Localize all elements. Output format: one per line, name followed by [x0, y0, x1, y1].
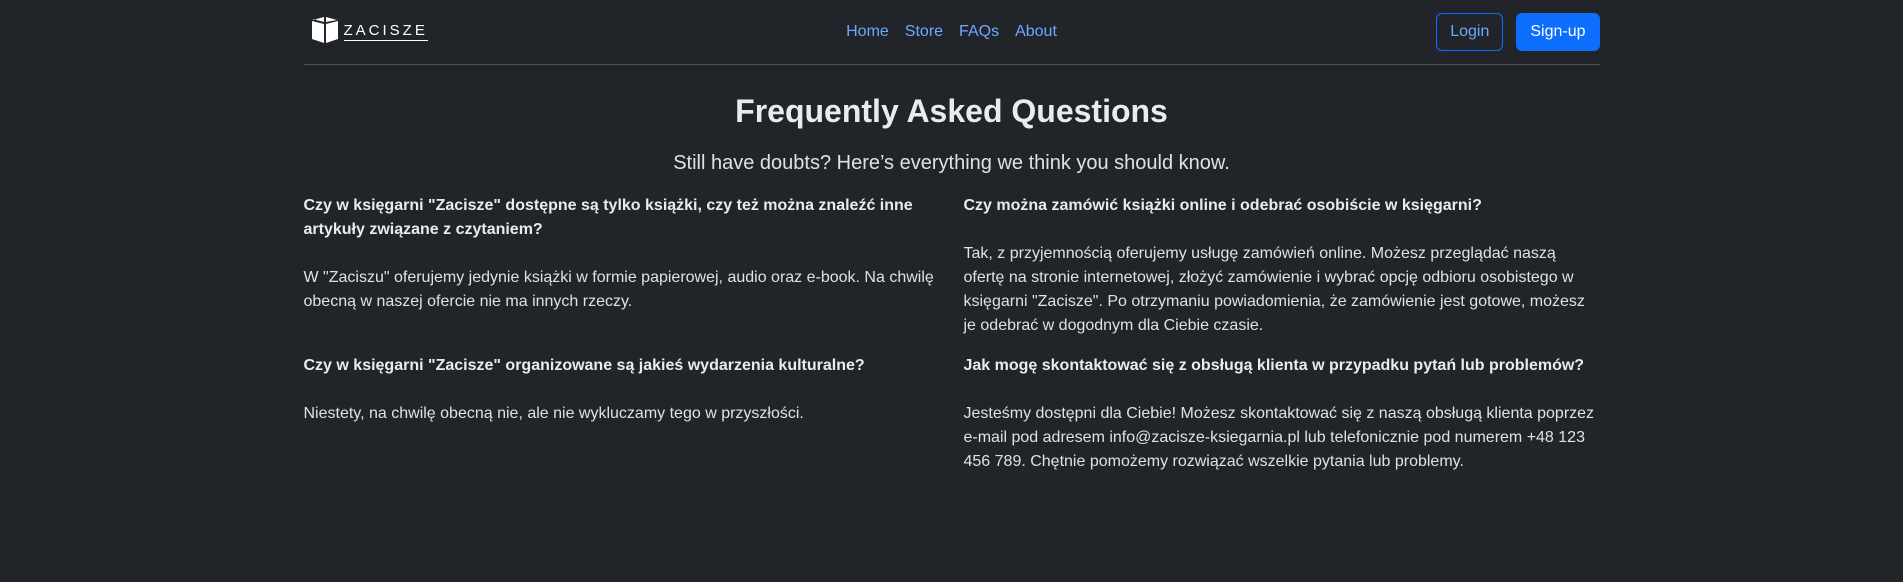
main-nav: Home Store FAQs About — [846, 23, 1057, 41]
nav-link-store[interactable]: Store — [905, 23, 943, 41]
faq-question: Czy można zamówić książki online i odebr… — [963, 197, 1482, 214]
faq-question: Jak mogę skontaktować się z obsługą klie… — [963, 357, 1585, 374]
brand-logo-link[interactable]: ZACISZE — [304, 16, 428, 49]
nav-link-about[interactable]: About — [1015, 23, 1057, 41]
faq-main: Frequently Asked Questions Still have do… — [304, 92, 1600, 514]
faq-answer: W "Zaciszu" oferujemy jedynie książki w … — [303, 269, 934, 310]
brand-name: ZACISZE — [343, 22, 428, 41]
faq-item: Czy w księgarni "Zacisze" organizowane s… — [304, 354, 940, 514]
faq-item: Czy można zamówić książki online i odebr… — [964, 194, 1600, 354]
faq-answer: Niestety, na chwilę obecną nie, ale nie … — [303, 405, 804, 422]
faq-answer: Jesteśmy dostępni dla Ciebie! Możesz sko… — [963, 405, 1595, 470]
top-navbar: ZACISZE Home Store FAQs About Login Sign… — [303, 0, 1600, 65]
nav-link-home[interactable]: Home — [846, 23, 889, 41]
faq-item: Czy w księgarni "Zacisze" dostępne są ty… — [304, 194, 940, 354]
page-title: Frequently Asked Questions — [735, 93, 1168, 129]
page-container: ZACISZE Home Store FAQs About Login Sign… — [303, 0, 1600, 514]
page-lead: Still have doubts? Here’s everything we … — [673, 152, 1230, 174]
faq-grid: Czy w księgarni "Zacisze" dostępne są ty… — [304, 194, 1600, 514]
faq-answer: Tak, z przyjemnością oferujemy usługę za… — [963, 245, 1585, 334]
open-book-icon — [310, 16, 340, 49]
login-button[interactable]: Login — [1436, 13, 1504, 51]
signup-button[interactable]: Sign-up — [1516, 13, 1600, 51]
nav-link-faqs[interactable]: FAQs — [959, 23, 999, 41]
faq-item: Jak mogę skontaktować się z obsługą klie… — [964, 354, 1600, 514]
auth-actions: Login Sign-up — [1436, 13, 1600, 51]
faq-question: Czy w księgarni "Zacisze" dostępne są ty… — [303, 197, 913, 238]
faq-question: Czy w księgarni "Zacisze" organizowane s… — [303, 357, 865, 374]
